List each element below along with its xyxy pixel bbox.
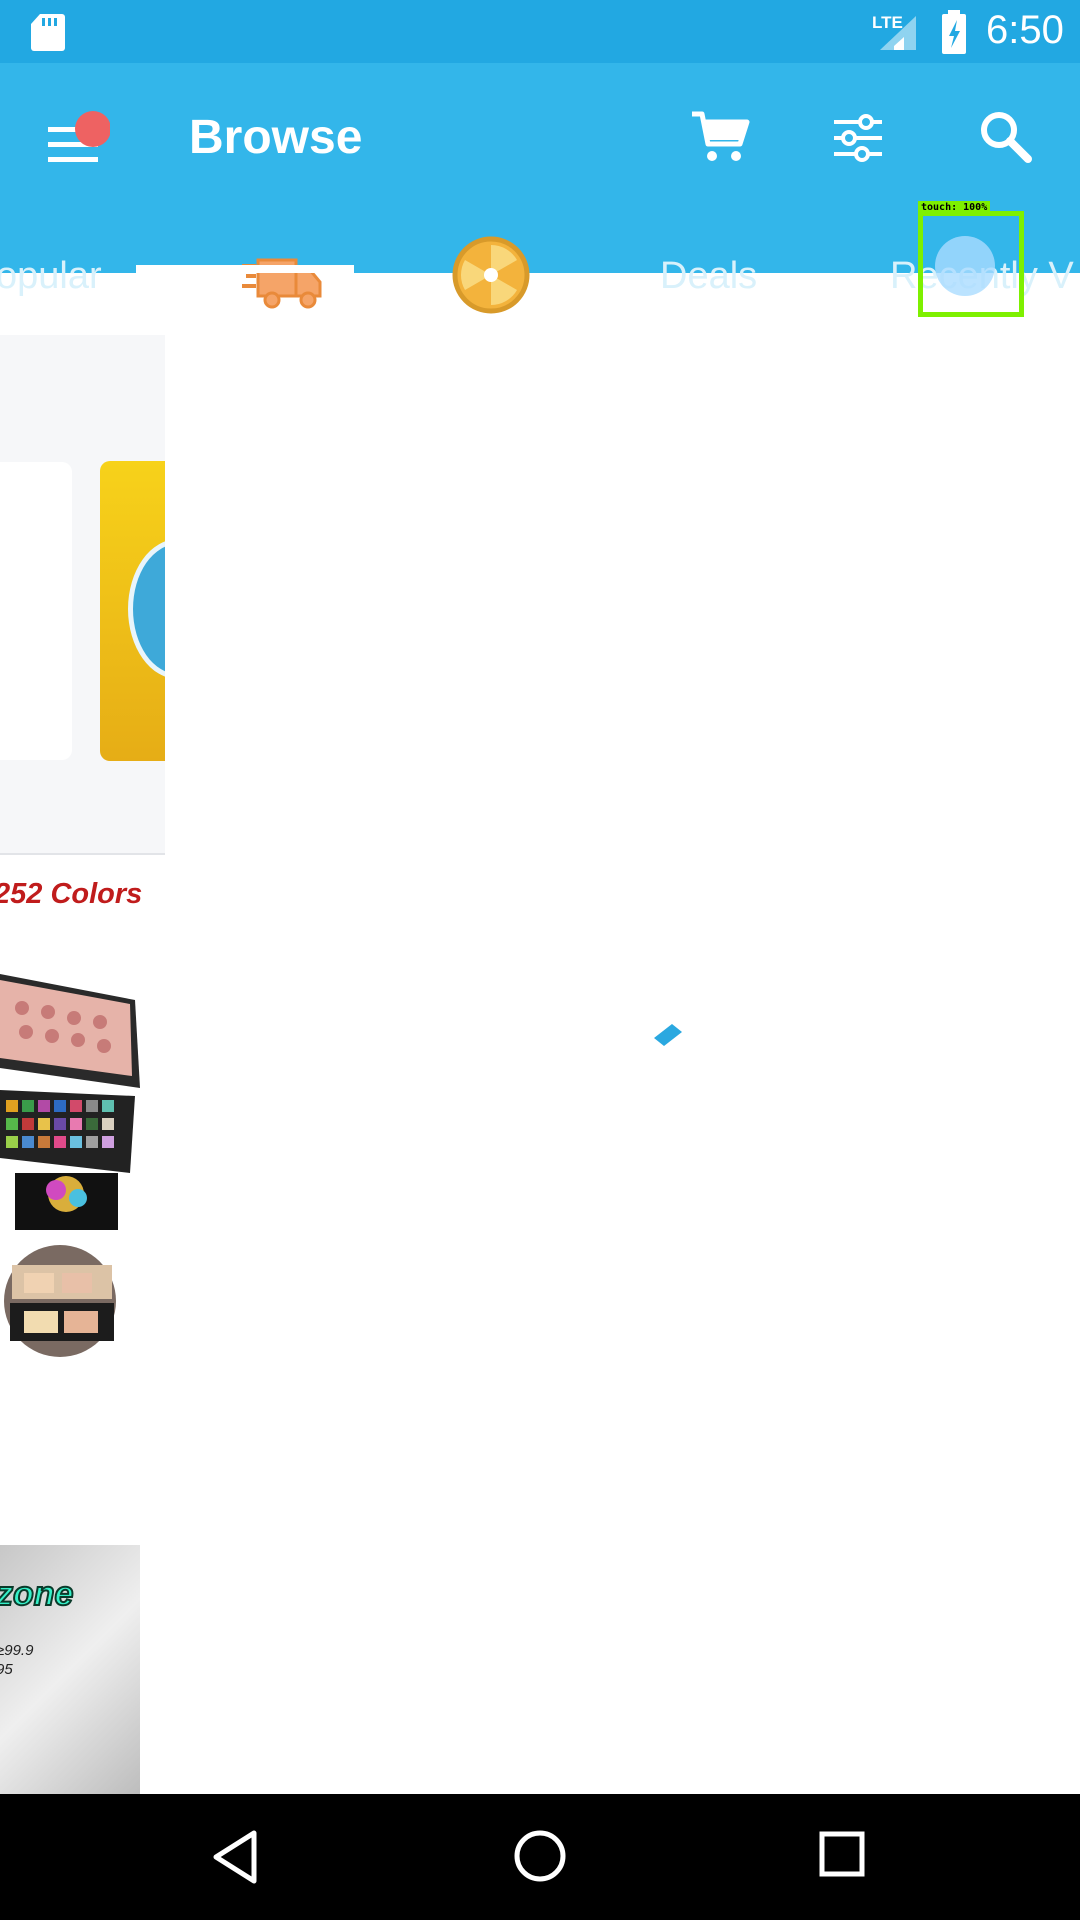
cart-icon[interactable] <box>690 108 750 168</box>
battery-charging-icon <box>942 10 966 54</box>
home-icon[interactable] <box>512 1828 568 1884</box>
back-icon[interactable] <box>210 1829 260 1885</box>
tab-indicator <box>136 265 354 273</box>
promo-banner[interactable]: zone ≥99.9 95 <box>0 1545 140 1794</box>
status-time: 6:50 <box>986 8 1064 52</box>
svg-text:LTE: LTE <box>872 13 903 32</box>
makeup-palette-image <box>0 974 140 1230</box>
wheel-icon[interactable] <box>451 235 531 315</box>
page-title: Browse <box>189 111 363 164</box>
tab-deals[interactable]: Deals <box>660 255 757 298</box>
sd-card-icon <box>31 14 65 51</box>
navigation-bar <box>0 1794 1080 1920</box>
touch-point <box>935 236 995 296</box>
divider <box>0 853 165 855</box>
filter-icon[interactable] <box>832 112 884 164</box>
app-bar: Browse opular Deals Recent <box>0 63 1080 317</box>
promo-line-1: ≥99.9 <box>0 1642 34 1659</box>
compact-image <box>4 1245 116 1357</box>
card-left[interactable] <box>0 462 72 760</box>
delivery-truck-icon[interactable] <box>240 248 326 318</box>
tab-popular[interactable]: opular <box>0 255 102 298</box>
menu-button[interactable] <box>40 108 111 178</box>
promo-title: zone <box>0 1574 74 1614</box>
promo-line-2: 95 <box>0 1661 13 1678</box>
banner-text: 252 Colors <box>0 878 143 910</box>
lte-signal-icon: LTE <box>872 13 916 50</box>
status-bar: LTE 6:50 <box>0 0 1080 63</box>
touch-indicator-box <box>918 211 1024 317</box>
loading-spinner-icon <box>654 1024 682 1046</box>
product-image[interactable] <box>0 968 140 1238</box>
touch-label: touch: 100% <box>918 201 991 214</box>
menu-icon <box>48 111 111 162</box>
recents-icon[interactable] <box>818 1830 868 1880</box>
search-icon[interactable] <box>978 109 1034 165</box>
wheel-graphic <box>128 539 165 679</box>
card-wheel-promo[interactable] <box>100 461 165 761</box>
